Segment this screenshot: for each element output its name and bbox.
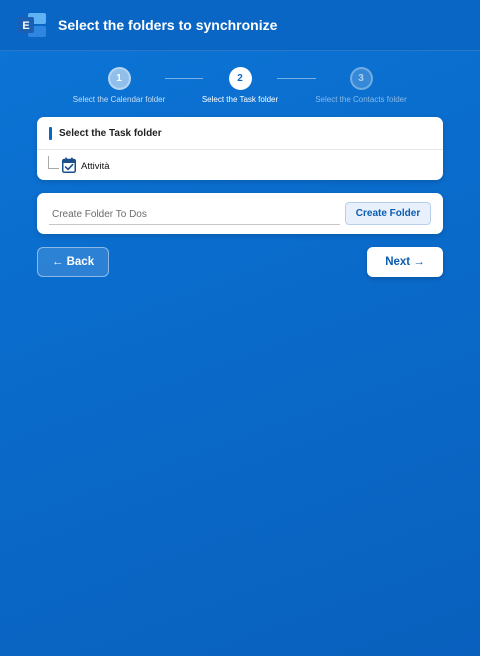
step-contacts: 3 Select the Contacts folder — [291, 67, 431, 104]
step-label: Select the Contacts folder — [315, 95, 407, 104]
svg-text:E: E — [22, 20, 29, 32]
task-calendar-icon — [62, 157, 76, 173]
step-number: 1 — [107, 67, 131, 90]
back-button[interactable]: ← Back — [37, 247, 109, 277]
step-calendar: 1 Select the Calendar folder — [49, 67, 189, 104]
step-number: 2 — [228, 67, 252, 90]
folder-tree-item[interactable]: Attività — [37, 150, 443, 180]
accent-bar — [49, 126, 52, 140]
folder-name-input[interactable] — [49, 204, 340, 225]
page-title: Select the folders to synchronize — [58, 17, 278, 33]
step-label: Select the Task folder — [201, 95, 279, 104]
title-bar: E Select the folders to synchronize — [0, 0, 480, 51]
tree-connector — [48, 156, 59, 169]
exchange-logo-icon: E — [18, 13, 46, 37]
create-folder-panel: Create Folder — [37, 193, 443, 234]
next-button[interactable]: Next → — [367, 247, 443, 277]
folder-tree-panel: Select the Task folder Attività — [37, 117, 443, 180]
panel-header: Select the Task folder — [37, 117, 443, 150]
folder-label: Attività — [81, 161, 110, 172]
step-task: 2 Select the Task folder — [170, 67, 310, 104]
create-folder-button[interactable]: Create Folder — [345, 202, 431, 225]
panel-title: Select the Task folder — [59, 127, 162, 139]
step-label: Select the Calendar folder — [72, 95, 166, 104]
step-number: 3 — [349, 67, 373, 90]
